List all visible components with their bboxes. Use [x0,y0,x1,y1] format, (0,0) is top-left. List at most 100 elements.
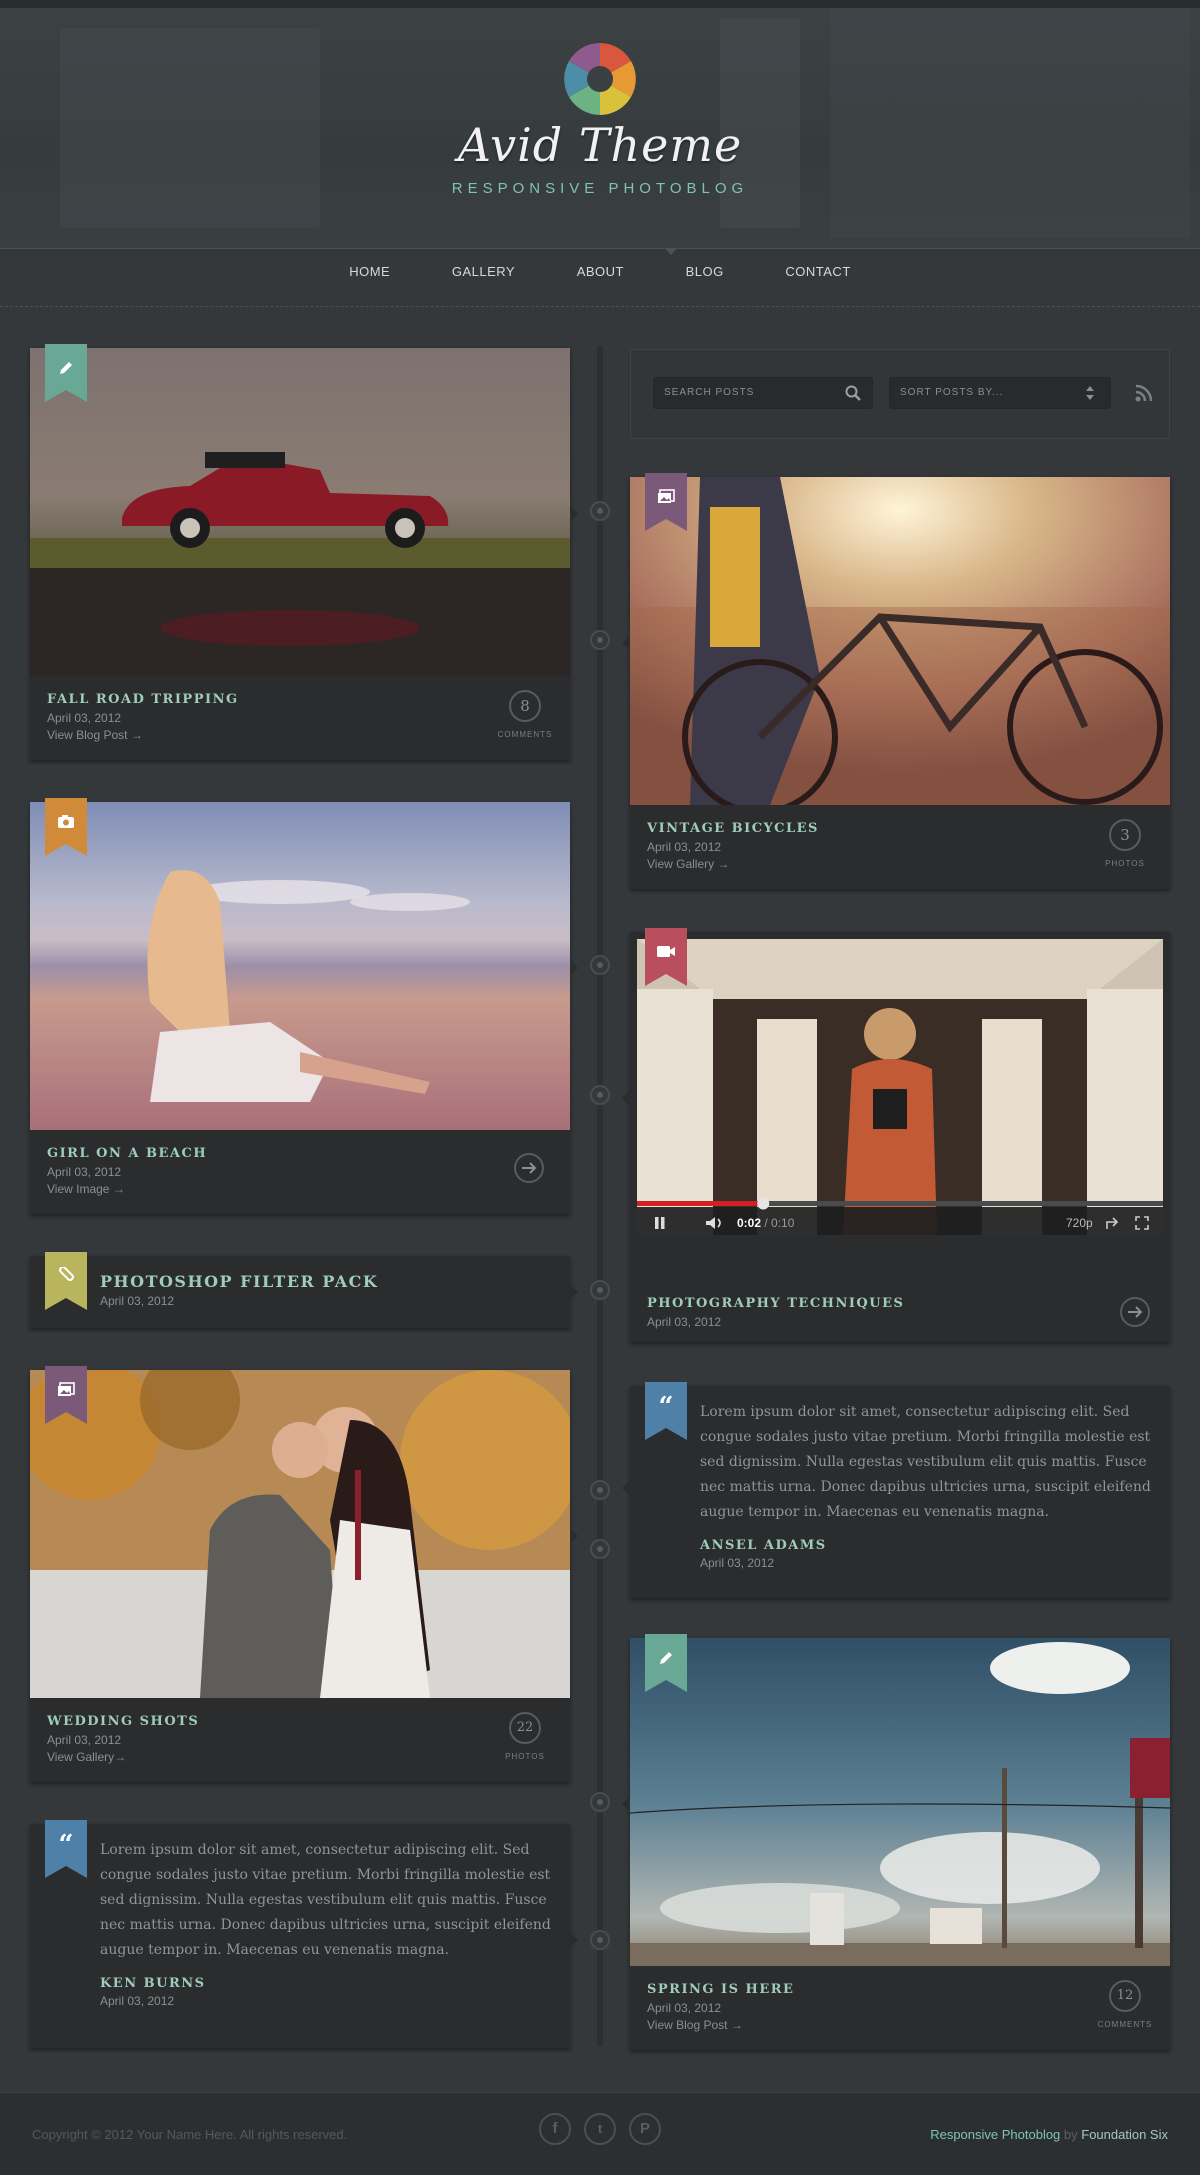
quote-text: Lorem ipsum dolor sit amet, consectetur … [100,1842,551,1958]
quote-card-ansel-adams: Lorem ipsum dolor sit amet, consectetur … [622,1386,1170,1598]
view-gallery-link[interactable]: View Gallery→ [47,1750,126,1764]
paperclip-icon [59,1267,74,1281]
sort-arrows-icon [1086,386,1094,400]
card-pointer [570,1932,578,1948]
post-date: April 03, 2012 [47,1165,122,1179]
view-gallery-link[interactable]: View Gallery → [647,857,729,871]
post-title[interactable]: PHOTOSHOP FILTER PACK [100,1272,378,1291]
post-type-ribbon: “ [45,1820,87,1878]
quote-card-ken-burns: Lorem ipsum dolor sit amet, consectetur … [30,1824,578,2048]
nav-contact[interactable]: CONTACT [785,264,850,279]
nav-blog[interactable]: BLOG [686,264,724,279]
nav-active-marker [665,248,677,255]
pencil-icon [660,1652,672,1664]
volume-icon[interactable] [705,1216,725,1230]
view-post-link[interactable]: View Blog Post → [47,728,143,742]
footer: Copyright © 2012 Your Name Here. All rig… [0,2092,1200,2175]
post-title[interactable]: SPRING IS HERE [647,1982,794,1997]
arrow-right-icon[interactable] [1119,1296,1151,1328]
video-quality[interactable]: 720p [1066,1216,1093,1230]
rss-icon[interactable] [1135,384,1153,402]
share-icon[interactable] [1105,1216,1121,1230]
search-icon[interactable] [845,385,861,401]
post-type-ribbon [645,1634,687,1692]
post-image-beach[interactable] [30,802,570,1130]
post-date: April 03, 2012 [47,1733,122,1747]
credit-by: by [1060,2127,1082,2142]
comment-count-label: COMMENTS [1097,2020,1153,2029]
quote-date: April 03, 2012 [700,1556,775,1570]
search-panel: SEARCH POSTS SORT POSTS BY... [630,349,1170,439]
pencil-icon [60,362,72,374]
sort-select[interactable]: SORT POSTS BY... [889,377,1111,409]
nav-gallery[interactable]: GALLERY [452,264,515,279]
comment-count[interactable]: 8 [509,690,541,722]
video-player[interactable] [637,939,1163,1235]
twitter-icon[interactable]: t [584,2113,616,2145]
brand-title[interactable]: Avid Theme [0,118,1200,172]
card-pointer [570,1528,578,1544]
timeline-dot [590,1930,610,1950]
post-type-ribbon: “ [645,1382,687,1440]
video-time-total: 0:10 [771,1216,795,1230]
post-type-ribbon [45,1366,87,1424]
footer-credit: Responsive Photoblog by Foundation Six [930,2127,1168,2142]
card-pointer [622,1090,630,1106]
post-title[interactable]: FALL ROAD TRIPPING [47,692,239,707]
post-card-fall-road-tripping[interactable]: FALL ROAD TRIPPING April 03, 2012 View B… [30,348,578,760]
card-pointer [622,1480,630,1496]
post-date: April 03, 2012 [647,840,722,854]
photo-count[interactable]: 3 [1109,819,1141,851]
card-pointer [570,506,578,522]
timeline-dot [590,1539,610,1559]
timeline-dot [590,955,610,975]
arrow-right-icon[interactable] [513,1152,545,1184]
nav-divider-top [0,248,1200,249]
quote-author: ANSEL ADAMS [700,1538,827,1553]
video-time-separator: / [761,1216,772,1230]
post-type-ribbon [645,473,687,531]
tagline: RESPONSIVE PHOTOBLOG [451,180,749,197]
comment-count[interactable]: 12 [1109,1980,1141,2012]
post-card-girl-on-beach[interactable]: GIRL ON A BEACH April 03, 2012 View Imag… [30,802,578,1214]
gallery-icon [658,489,675,503]
post-title[interactable]: WEDDING SHOTS [47,1714,199,1729]
quote-icon: “ [658,1392,674,1422]
post-date: April 03, 2012 [47,711,122,725]
pause-icon[interactable] [654,1216,666,1230]
post-date: April 03, 2012 [647,2001,722,2015]
photo-count[interactable]: 22 [509,1712,541,1744]
fullscreen-icon[interactable] [1135,1216,1149,1230]
post-image-spring[interactable] [630,1638,1170,1966]
post-title[interactable]: VINTAGE BICYCLES [647,821,819,836]
credit-author[interactable]: Foundation Six [1081,2127,1168,2142]
post-card-wedding-shots[interactable]: WEDDING SHOTS April 03, 2012 View Galler… [30,1370,578,1782]
post-card-spring-is-here[interactable]: SPRING IS HERE April 03, 2012 View Blog … [622,1638,1170,2050]
nav-divider-bottom [0,306,1200,307]
post-image-wedding[interactable] [30,1370,570,1698]
photo-count-label: PHOTOS [1105,859,1145,868]
card-pointer [622,635,630,651]
view-image-link[interactable]: View Image → [47,1182,125,1196]
timeline-dot [590,501,610,521]
card-pointer [622,1796,630,1812]
nav-about[interactable]: ABOUT [577,264,624,279]
logo-icon [564,43,636,115]
view-post-link[interactable]: View Blog Post → [647,2018,743,2032]
post-title[interactable]: PHOTOGRAPHY TECHNIQUES [647,1296,904,1311]
credit-main[interactable]: Responsive Photoblog [930,2127,1060,2142]
facebook-icon[interactable]: f [539,2113,571,2145]
nav-home[interactable]: HOME [349,264,390,279]
post-image-bicycle[interactable] [630,477,1170,805]
post-card-photoshop-filter[interactable]: PHOTOSHOP FILTER PACK April 03, 2012 [30,1256,578,1328]
post-type-ribbon [45,344,87,402]
post-date: April 03, 2012 [647,1315,722,1329]
post-title[interactable]: GIRL ON A BEACH [47,1146,207,1161]
search-input[interactable]: SEARCH POSTS [653,377,873,409]
post-card-photography-techniques[interactable]: 0:02 / 0:10 720p PHOTOGRAPHY TECHNIQUES … [622,932,1170,1342]
pinterest-icon[interactable]: P [629,2113,661,2145]
video-time: 0:02 / 0:10 [737,1216,794,1230]
copyright-text: Copyright © 2012 Your Name Here. All rig… [32,2127,348,2142]
post-image-car[interactable] [30,348,570,676]
post-card-vintage-bicycles[interactable]: VINTAGE BICYCLES April 03, 2012 View Gal… [622,477,1170,889]
